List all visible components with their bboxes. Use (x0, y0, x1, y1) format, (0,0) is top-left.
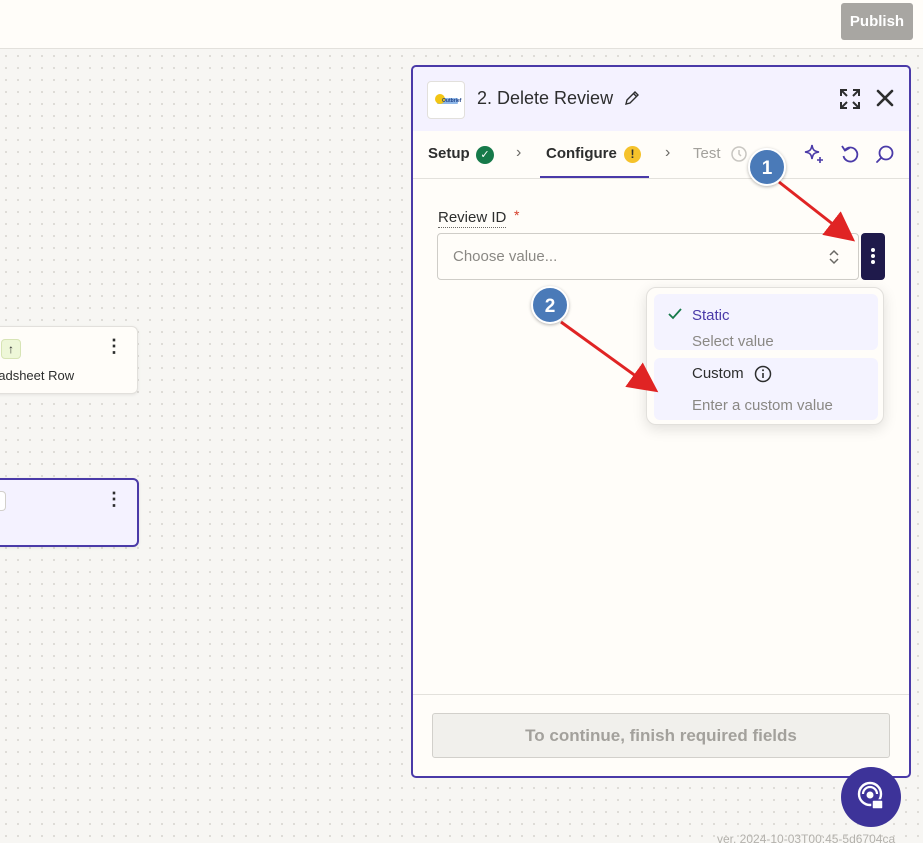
chevron-updown-icon (829, 249, 839, 265)
check-circle-icon: ✓ (476, 146, 494, 164)
chevron-right-icon: › (516, 144, 522, 161)
option-custom[interactable]: Custom Enter a custom value (654, 358, 878, 420)
review-id-select[interactable]: Choose value... (437, 233, 859, 280)
option-subtitle: Select value (692, 333, 774, 350)
check-icon (668, 308, 682, 320)
app-logo: Outbrief (427, 81, 465, 119)
help-chat-button[interactable] (841, 767, 901, 827)
field-options-button[interactable] (861, 233, 885, 280)
kebab-icon (871, 248, 875, 252)
node-label: eadsheet Row (0, 368, 75, 383)
tab-setup[interactable]: Setup (428, 145, 470, 162)
version-label: ver. 2024-10-03T00:45-5d6704ca (717, 832, 896, 843)
select-placeholder: Choose value... (453, 248, 558, 265)
chevron-right-icon: › (665, 144, 671, 161)
required-indicator: * (514, 207, 520, 223)
step-editor-panel: Outbrief 2. Delete Review Setup ✓ › Conf… (411, 65, 911, 778)
expand-icon[interactable] (839, 88, 861, 110)
node-chip: s (0, 491, 6, 511)
node-menu-icon[interactable]: ⋮ (105, 490, 123, 508)
option-subtitle: Enter a custom value (692, 397, 833, 414)
panel-title: 2. Delete Review (477, 88, 614, 108)
active-tab-indicator (540, 176, 649, 178)
option-static[interactable]: Static Select value (654, 294, 878, 350)
panel-footer: To continue, finish required fields (413, 694, 909, 776)
option-title: Custom (692, 365, 744, 382)
pencil-icon[interactable] (623, 89, 641, 107)
top-bar: Publish (0, 0, 923, 49)
workflow-step-node[interactable]: ↑ eadsheet Row ⋮ (0, 326, 138, 394)
tab-configure[interactable]: Configure (546, 145, 617, 162)
annotation-marker-1: 1 (748, 148, 786, 186)
step-tabs: Setup ✓ › Configure ! › Test (413, 131, 909, 179)
review-id-label: Review ID (438, 209, 507, 228)
value-mode-dropdown: Static Select value Custom Enter a custo… (646, 287, 884, 425)
tab-test[interactable]: Test (693, 145, 721, 162)
annotation-marker-2: 2 (531, 286, 569, 324)
clock-icon (731, 146, 747, 162)
node-menu-icon[interactable]: ⋮ (105, 337, 123, 355)
app-step-icon: ↑ (1, 339, 21, 359)
app-logo-text: Outbrief (442, 98, 462, 104)
warning-icon: ! (624, 146, 641, 163)
undo-icon[interactable] (839, 143, 861, 165)
publish-button[interactable]: Publish (841, 3, 913, 40)
continue-button[interactable]: To continue, finish required fields (432, 713, 890, 758)
panel-header: Outbrief 2. Delete Review (413, 67, 909, 131)
chat-support-icon (857, 781, 884, 810)
info-icon[interactable] (754, 365, 772, 383)
option-title: Static (692, 307, 730, 324)
search-icon[interactable] (874, 143, 896, 165)
close-icon[interactable] (875, 88, 895, 108)
workflow-step-node-selected[interactable]: s ⋮ (0, 478, 139, 547)
sparkle-icon[interactable] (803, 143, 825, 165)
